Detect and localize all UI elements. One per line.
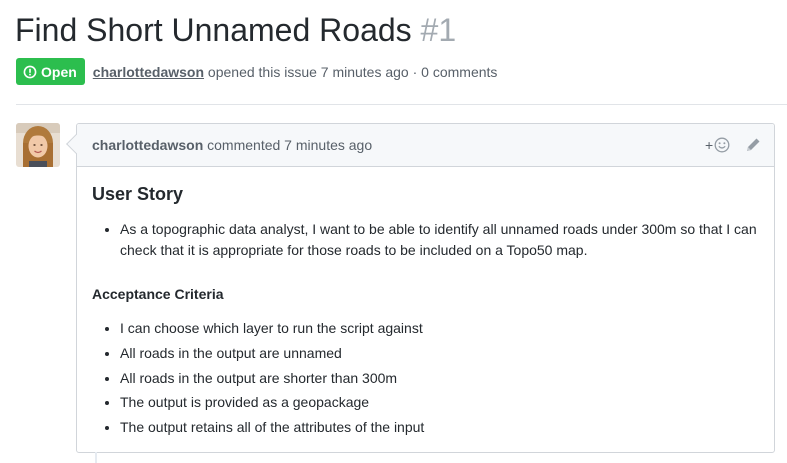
acceptance-criteria-list: I can choose which layer to run the scri… xyxy=(92,318,770,442)
issue-page: Find Short Unnamed Roads #1 Open charlot… xyxy=(0,0,787,463)
list-item: I can choose which layer to run the scri… xyxy=(120,318,770,338)
comment-header-text: charlottedawson commented 7 minutes ago xyxy=(92,124,372,166)
acceptance-criteria-heading: Acceptance Criteria xyxy=(92,286,224,302)
header-divider xyxy=(16,104,787,105)
smiley-icon xyxy=(714,137,730,153)
issue-author-link[interactable]: charlottedawson xyxy=(93,64,204,80)
comment-timestamp: commented 7 minutes ago xyxy=(207,137,373,153)
user-story-heading: User Story xyxy=(92,184,184,204)
list-item: The output retains all of the attributes… xyxy=(120,417,770,437)
issue-number: #1 xyxy=(420,12,457,48)
avatar[interactable] xyxy=(16,123,60,167)
avatar-image xyxy=(16,123,60,167)
issue-meta: Open charlottedawson opened this issue 7… xyxy=(16,58,497,85)
comment-author-link[interactable]: charlottedawson xyxy=(92,137,203,153)
pencil-icon xyxy=(747,138,760,151)
issue-title: Find Short Unnamed Roads #1 xyxy=(15,6,456,54)
comment-caret xyxy=(66,134,86,154)
issue-meta-text: charlottedawson opened this issue 7 minu… xyxy=(93,64,498,80)
state-badge: Open xyxy=(16,58,85,85)
add-reaction-button[interactable]: + xyxy=(705,136,730,154)
list-item: All roads in the output are unnamed xyxy=(120,343,770,363)
issue-meta-details: opened this issue 7 minutes ago · 0 comm… xyxy=(207,63,498,80)
state-label: Open xyxy=(41,63,77,80)
list-item: The output is provided as a geopackage xyxy=(120,392,770,412)
issue-opened-icon xyxy=(23,65,37,78)
list-item: All roads in the output are shorter than… xyxy=(120,368,770,388)
list-item: As a topographic data analyst, I want to… xyxy=(120,219,770,261)
timeline-line xyxy=(95,452,97,463)
issue-title-text: Find Short Unnamed Roads xyxy=(15,12,412,48)
user-story-list: As a topographic data analyst, I want to… xyxy=(92,219,770,261)
reaction-plus: + xyxy=(705,137,714,153)
comment-header: charlottedawson commented 7 minutes ago … xyxy=(66,124,774,167)
edit-comment-button[interactable] xyxy=(744,136,762,154)
comment: charlottedawson commented 7 minutes ago … xyxy=(66,123,775,453)
